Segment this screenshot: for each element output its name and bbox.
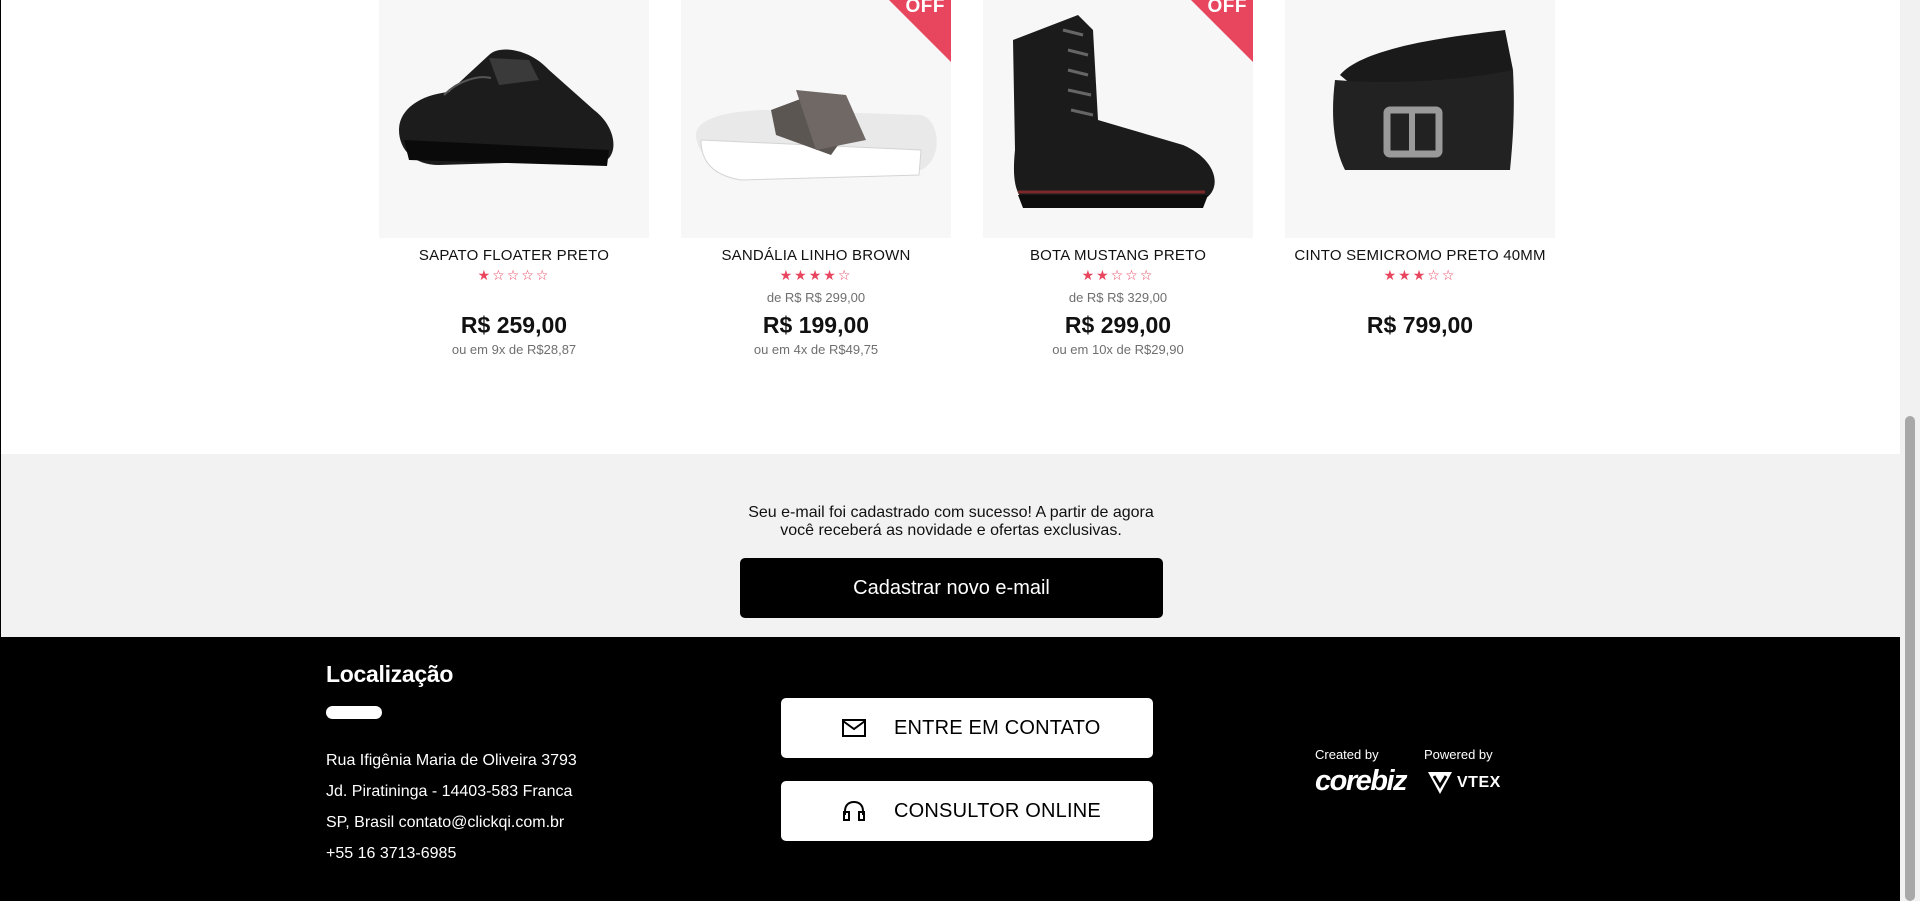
product-price: R$ 259,00 — [460, 312, 568, 338]
address-line: Jd. Piratininga - 14403-583 Franca — [326, 783, 573, 800]
belt-image — [1333, 30, 1514, 170]
register-new-email-button[interactable]: Cadastrar novo e-mail — [740, 558, 1163, 618]
product-image[interactable] — [379, 0, 649, 238]
rating-stars: ★★☆☆☆ — [983, 267, 1253, 283]
old-price: de R$ R$ 329,00 — [1068, 290, 1168, 305]
created-by-label: Created by — [1315, 747, 1379, 762]
product-card[interactable]: SAPATO FLOATER PRETO ★☆☆☆☆ R$ 259,00 ou … — [379, 0, 649, 420]
rating-stars: ★★★★☆ — [681, 267, 951, 283]
star-filled-icon: ★ — [823, 267, 838, 283]
rating-stars: ★★★☆☆ — [1285, 267, 1555, 283]
off-badge: OFF — [905, 0, 945, 17]
address-line: Rua Ifigênia Maria de Oliveira 3793 — [326, 752, 577, 769]
newsletter-success-message: Seu e-mail foi cadastrado com sucesso! A… — [748, 504, 1154, 539]
corebiz-logo[interactable]: corebiz — [1315, 765, 1408, 798]
star-empty-icon: ☆ — [535, 267, 551, 283]
location-title: Localização — [326, 661, 454, 687]
scrollbar-thumb[interactable] — [1905, 416, 1915, 901]
star-filled-icon: ★ — [794, 267, 809, 283]
product-name[interactable]: CINTO SEMICROMO PRETO 40MM — [1285, 247, 1555, 265]
product-price: R$ 199,00 — [762, 312, 870, 338]
star-filled-icon: ★ — [1383, 267, 1399, 283]
old-price: de R$ R$ 299,00 — [766, 290, 866, 305]
vtex-logo-text[interactable]: VTEX — [1457, 774, 1501, 792]
star-empty-icon: ☆ — [1427, 267, 1442, 283]
product-name[interactable]: SAPATO FLOATER PRETO — [379, 247, 649, 265]
title-underline — [326, 706, 382, 719]
headset-icon — [843, 800, 865, 821]
star-filled-icon: ★ — [1412, 267, 1428, 283]
star-empty-icon: ☆ — [506, 267, 522, 283]
online-consultant-button[interactable]: CONSULTOR ONLINE — [781, 781, 1153, 841]
star-filled-icon: ★ — [477, 267, 493, 283]
star-empty-icon: ☆ — [837, 267, 853, 283]
product-card[interactable]: OFF SANDÁLIA LINHO BROWN ★★★★☆ de R$ R$ … — [681, 0, 951, 420]
off-badge: OFF — [1207, 0, 1247, 17]
star-filled-icon: ★ — [1081, 267, 1097, 283]
vtex-logo-icon[interactable] — [1426, 770, 1454, 796]
product-shelf: SAPATO FLOATER PRETO ★☆☆☆☆ R$ 259,00 ou … — [1, 0, 1900, 454]
installments: ou em 10x de R$29,90 — [1052, 342, 1184, 357]
phone-number[interactable]: +55 16 3713-6985 — [326, 838, 577, 869]
old-price — [379, 290, 649, 306]
vertical-scrollbar[interactable] — [1900, 0, 1920, 901]
installments: ou em 9x de R$28,87 — [451, 342, 577, 357]
star-empty-icon: ☆ — [1139, 267, 1155, 283]
product-price: R$ 799,00 — [1366, 312, 1474, 338]
star-filled-icon: ★ — [779, 267, 795, 283]
page: SAPATO FLOATER PRETO ★☆☆☆☆ R$ 259,00 ou … — [0, 0, 1900, 901]
shoe-image — [399, 49, 614, 166]
product-card[interactable]: CINTO SEMICROMO PRETO 40MM ★★★☆☆ R$ 799,… — [1285, 0, 1555, 420]
product-name[interactable]: BOTA MUSTANG PRETO — [983, 247, 1253, 265]
contact-button[interactable]: ENTRE EM CONTATO — [781, 698, 1153, 758]
star-empty-icon: ☆ — [492, 267, 507, 283]
newsletter-section: Seu e-mail foi cadastrado com sucesso! A… — [1, 454, 1900, 637]
old-price — [1285, 290, 1555, 306]
product-image[interactable] — [1285, 0, 1555, 238]
installments: ou em 4x de R$49,75 — [753, 342, 879, 357]
star-filled-icon: ★ — [1398, 267, 1413, 283]
star-empty-icon: ☆ — [1441, 267, 1457, 283]
star-filled-icon: ★ — [808, 267, 824, 283]
product-image[interactable]: OFF — [983, 0, 1253, 238]
rating-stars: ★☆☆☆☆ — [379, 267, 649, 283]
consultant-button-label: CONSULTOR ONLINE — [894, 800, 1101, 822]
installments — [1285, 342, 1555, 358]
footer: Localização Rua Ifigênia Maria de Olivei… — [1, 637, 1900, 901]
star-filled-icon: ★ — [1096, 267, 1111, 283]
star-empty-icon: ☆ — [1125, 267, 1140, 283]
star-empty-icon: ☆ — [521, 267, 536, 283]
address-block: Rua Ifigênia Maria de Oliveira 3793 Jd. … — [326, 745, 577, 869]
address-line[interactable]: SP, Brasil contato@clickqi.com.br — [326, 807, 577, 838]
powered-by-label: Powered by — [1424, 747, 1493, 762]
star-empty-icon: ☆ — [1110, 267, 1126, 283]
product-price: R$ 299,00 — [1064, 312, 1172, 338]
product-name[interactable]: SANDÁLIA LINHO BROWN — [681, 247, 951, 265]
product-card[interactable]: OFF BOTA MUSTANG PRETO ★★☆☆☆ de R$ R$ 32… — [983, 0, 1253, 420]
product-image[interactable]: OFF — [681, 0, 951, 238]
contact-button-label: ENTRE EM CONTATO — [894, 717, 1101, 739]
mail-icon — [842, 719, 866, 737]
